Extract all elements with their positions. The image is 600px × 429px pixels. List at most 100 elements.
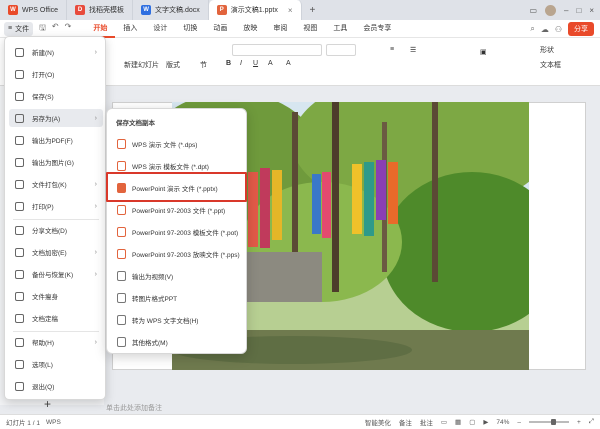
tab-label: 文字文稿.docx bbox=[155, 7, 200, 14]
redo-icon[interactable]: ↷ bbox=[65, 22, 72, 36]
font-color-button[interactable]: A bbox=[268, 60, 273, 67]
new-tab-button[interactable]: + bbox=[302, 5, 324, 16]
font-size-select[interactable] bbox=[326, 44, 356, 56]
file-menu-share[interactable]: 分享文档(D) bbox=[9, 221, 103, 239]
zoom-out-icon[interactable]: – bbox=[517, 419, 521, 426]
package-icon bbox=[15, 179, 24, 189]
window-layout-icon[interactable]: ▭ bbox=[529, 6, 537, 15]
chevron-right-icon: › bbox=[94, 270, 97, 278]
tab-slideshow[interactable]: 放映 bbox=[235, 20, 265, 38]
lock-icon bbox=[15, 247, 24, 257]
search-icon[interactable]: ⌕ bbox=[530, 24, 534, 34]
fit-window-icon[interactable]: ⤢ bbox=[589, 418, 594, 426]
tab-tools[interactable]: 工具 bbox=[325, 20, 355, 38]
tab-label: WPS Office bbox=[22, 6, 59, 14]
text-effect-button[interactable]: A bbox=[286, 60, 291, 67]
file-menu-export-pdf[interactable]: 输出为PDF(F) bbox=[9, 131, 103, 149]
file-menu-exit[interactable]: 退出(Q) bbox=[9, 377, 103, 395]
cloud-icon[interactable]: ☁ bbox=[541, 25, 549, 34]
pot-file-icon bbox=[117, 227, 126, 237]
avatar[interactable] bbox=[545, 4, 557, 16]
zoom-level[interactable]: 74% bbox=[496, 419, 509, 426]
minimize-icon[interactable]: – bbox=[564, 6, 568, 15]
normal-view-icon[interactable]: ▭ bbox=[441, 418, 447, 426]
tab-wps-office[interactable]: W WPS Office bbox=[0, 0, 68, 20]
file-menu-options[interactable]: 选项(L) bbox=[9, 355, 103, 373]
dpt-file-icon bbox=[117, 161, 126, 171]
export-video[interactable]: 输出为视频(V) bbox=[111, 267, 244, 285]
file-menu-label: 文件打包(K) bbox=[32, 182, 67, 189]
tab-writer-doc[interactable]: W 文字文稿.docx bbox=[133, 0, 209, 20]
align-icon[interactable]: ≡ bbox=[390, 46, 394, 53]
other-formats[interactable]: 其他格式(M) bbox=[111, 333, 244, 351]
gear-icon bbox=[15, 359, 24, 369]
save-as-dps[interactable]: WPS 演示 文件 (*.dps) bbox=[111, 135, 244, 153]
notes-placeholder[interactable]: 单击此处添加备注 bbox=[106, 403, 162, 413]
textbox-button[interactable]: 文本框 bbox=[540, 60, 561, 70]
beautify-button[interactable]: 智能美化 bbox=[365, 417, 391, 427]
share-button[interactable]: 分享 bbox=[568, 22, 594, 36]
bold-button[interactable]: B bbox=[226, 60, 231, 67]
pdf-icon bbox=[15, 135, 24, 145]
save-icon[interactable]: 🖫 bbox=[39, 22, 46, 36]
tab-transitions[interactable]: 切换 bbox=[175, 20, 205, 38]
reading-view-icon[interactable]: ▢ bbox=[469, 418, 475, 426]
file-menu-package[interactable]: 文件打包(K) › bbox=[9, 175, 103, 193]
play-icon[interactable]: ▶ bbox=[483, 418, 488, 426]
save-as-pot[interactable]: PowerPoint 97-2003 模板文件 (*.pot) bbox=[111, 223, 244, 241]
file-menu-print[interactable]: 打印(P) › bbox=[9, 197, 103, 215]
underline-button[interactable]: U bbox=[253, 60, 258, 67]
zoom-in-icon[interactable]: + bbox=[577, 419, 581, 426]
collaborate-icon[interactable]: ⚇ bbox=[555, 25, 562, 34]
file-menu-save-as[interactable]: 另存为(A) › bbox=[9, 109, 103, 127]
tab-design[interactable]: 设计 bbox=[145, 20, 175, 38]
file-menu-backup[interactable]: 备份与恢复(K) › bbox=[9, 265, 103, 283]
save-as-ppt[interactable]: PowerPoint 97-2003 文件 (*.ppt) bbox=[111, 201, 244, 219]
file-menu-save[interactable]: 保存(S) bbox=[9, 87, 103, 105]
file-menu-export-image[interactable]: 输出为图片(G) bbox=[9, 153, 103, 171]
close-tab-icon[interactable]: × bbox=[288, 6, 293, 15]
menu-divider bbox=[13, 219, 99, 220]
file-menu-label: 打开(O) bbox=[32, 72, 55, 79]
file-menu-label: 备份与恢复(K) bbox=[32, 272, 74, 279]
shape-button[interactable]: 形状 bbox=[540, 45, 554, 55]
maximize-icon[interactable]: □ bbox=[576, 6, 581, 15]
tab-insert[interactable]: 插入 bbox=[115, 20, 145, 38]
save-as-pps[interactable]: PowerPoint 97-2003 放映文件 (*.pps) bbox=[111, 245, 244, 263]
comments-toggle[interactable]: 批注 bbox=[420, 417, 433, 427]
sorter-view-icon[interactable]: ▦ bbox=[455, 418, 461, 426]
tab-animation[interactable]: 动画 bbox=[205, 20, 235, 38]
tab-home[interactable]: 开始 bbox=[85, 20, 116, 38]
tab-membership[interactable]: 会员专享 bbox=[355, 20, 399, 38]
tab-review[interactable]: 审阅 bbox=[265, 20, 295, 38]
italic-button[interactable]: I bbox=[240, 60, 242, 67]
window-tab-bar: W WPS Office D 找稻壳模板 W 文字文稿.docx P 演示文稿1… bbox=[0, 0, 600, 20]
list-icon[interactable]: ☰ bbox=[410, 46, 416, 54]
file-menu-encrypt[interactable]: 文档加密(E) › bbox=[9, 243, 103, 261]
tab-view[interactable]: 视图 bbox=[295, 20, 325, 38]
notes-toggle[interactable]: 备注 bbox=[399, 417, 412, 427]
tab-presentation[interactable]: P 演示文稿1.pptx × bbox=[208, 0, 302, 20]
tab-docer-templates[interactable]: D 找稻壳模板 bbox=[67, 0, 134, 20]
section-button[interactable]: 节 bbox=[200, 60, 207, 70]
convert-image-ppt[interactable]: 转图片格式PPT bbox=[111, 289, 244, 307]
file-menu-help[interactable]: 帮助(H) › bbox=[9, 333, 103, 351]
new-slide-button[interactable]: 新建幻灯片 bbox=[124, 60, 159, 70]
file-menu-open[interactable]: 打开(O) bbox=[9, 65, 103, 83]
close-window-icon[interactable]: × bbox=[589, 6, 594, 15]
convert-to-writer[interactable]: 转为 WPS 文字文档(H) bbox=[111, 311, 244, 329]
undo-icon[interactable]: ↶ bbox=[52, 22, 59, 36]
wps-logo-icon: W bbox=[8, 5, 18, 15]
save-icon bbox=[15, 91, 24, 101]
file-menu-label: 新建(N) bbox=[32, 50, 55, 57]
file-menu-new[interactable]: 新建(N) › bbox=[9, 43, 103, 61]
file-menu-finalize[interactable]: 文档定稿 bbox=[9, 309, 103, 327]
chevron-right-icon: › bbox=[94, 202, 97, 210]
submenu-label: PowerPoint 97-2003 模板文件 (*.pot) bbox=[132, 230, 239, 237]
layout-button[interactable]: 版式 bbox=[166, 60, 180, 70]
file-menu-button[interactable]: ≡ 文件 bbox=[4, 21, 34, 36]
file-menu-slim[interactable]: 文件瘦身 bbox=[9, 287, 103, 305]
zoom-slider[interactable] bbox=[529, 419, 569, 425]
font-name-select[interactable] bbox=[232, 44, 322, 56]
picture-icon[interactable]: ▣ bbox=[480, 48, 487, 56]
